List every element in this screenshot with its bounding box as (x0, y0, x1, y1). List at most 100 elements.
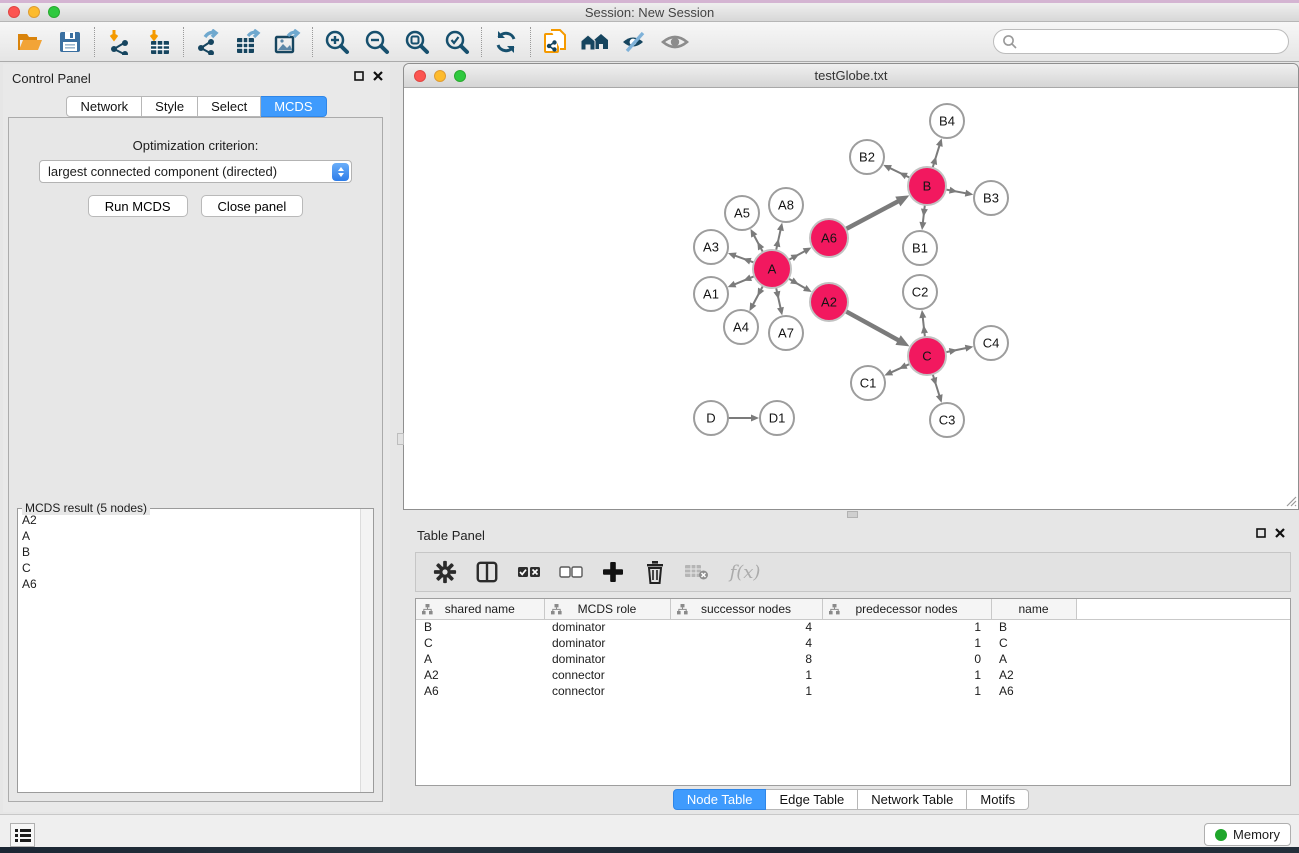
table-row[interactable]: A6connector11A6 (416, 683, 1290, 699)
task-history-button[interactable] (10, 823, 35, 847)
cell-name[interactable]: B (991, 619, 1076, 635)
column-header-predecessor-nodes[interactable]: predecessor nodes (822, 599, 991, 619)
home-icon[interactable] (575, 25, 615, 59)
tab-mcds[interactable]: MCDS (261, 96, 326, 117)
close-table-panel-icon[interactable] (1275, 528, 1285, 538)
graph-node-label: C4 (983, 336, 1000, 351)
show-panel-eye-icon[interactable] (655, 25, 695, 59)
duplicate-network-icon[interactable] (535, 25, 575, 59)
cell-MCDS-role[interactable]: connector (544, 667, 670, 683)
result-item[interactable]: C (18, 560, 360, 576)
zoom-selected-icon[interactable] (437, 25, 477, 59)
column-header-MCDS-role[interactable]: MCDS role (544, 599, 670, 619)
function-builder-fx-icon[interactable]: f(x) (730, 562, 761, 583)
dropdown-stepper-icon (332, 163, 349, 181)
open-session-icon[interactable] (10, 25, 50, 59)
cell-successor-nodes[interactable]: 8 (670, 651, 822, 667)
show-columns-icon[interactable] (470, 556, 504, 588)
cell-successor-nodes[interactable]: 1 (670, 683, 822, 699)
result-item[interactable]: A2 (18, 512, 360, 528)
cell-name[interactable]: A2 (991, 667, 1076, 683)
graph-node-label: A (768, 262, 777, 277)
cell-predecessor-nodes[interactable]: 1 (822, 619, 991, 635)
cell-name[interactable]: A (991, 651, 1076, 667)
result-scrollbar[interactable] (360, 509, 373, 792)
cell-successor-nodes[interactable]: 1 (670, 667, 822, 683)
cell-MCDS-role[interactable]: connector (544, 683, 670, 699)
mcds-result-list[interactable]: A2ABCA6 (18, 512, 360, 792)
cell-shared-name[interactable]: A2 (416, 667, 544, 683)
tab-select[interactable]: Select (198, 96, 261, 117)
tab-network-table[interactable]: Network Table (858, 789, 967, 810)
table-header-row[interactable]: shared nameMCDS rolesuccessor nodesprede… (416, 599, 1290, 619)
app-titlebar: Session: New Session (0, 3, 1299, 22)
export-table-icon[interactable] (228, 25, 268, 59)
cell-predecessor-nodes[interactable]: 1 (822, 667, 991, 683)
tab-node-table[interactable]: Node Table (673, 789, 767, 810)
table-settings-gear-icon[interactable] (428, 556, 462, 588)
result-item[interactable]: A (18, 528, 360, 544)
table-row[interactable]: Cdominator41C (416, 635, 1290, 651)
cell-successor-nodes[interactable]: 4 (670, 635, 822, 651)
cell-predecessor-nodes[interactable]: 0 (822, 651, 991, 667)
close-panel-icon[interactable] (373, 71, 383, 81)
cell-successor-nodes[interactable]: 4 (670, 619, 822, 635)
float-panel-icon[interactable] (354, 71, 364, 81)
cell-MCDS-role[interactable]: dominator (544, 651, 670, 667)
tab-motifs[interactable]: Motifs (967, 789, 1029, 810)
table-toolbar: f(x) (415, 552, 1291, 592)
cell-shared-name[interactable]: C (416, 635, 544, 651)
hide-panel-eye-icon[interactable] (615, 25, 655, 59)
memory-button[interactable]: Memory (1204, 823, 1291, 846)
network-left-scrollgrip[interactable] (397, 433, 404, 445)
delete-trash-icon[interactable] (638, 556, 672, 588)
close-panel-button[interactable]: Close panel (201, 195, 304, 217)
network-canvas[interactable]: B4B2BB3A5A8A6B1A3AA1C2A2A4A7C4CC1C3DD1 (404, 88, 1298, 508)
column-header-shared-name[interactable]: shared name (416, 599, 544, 619)
float-table-panel-icon[interactable] (1256, 528, 1266, 538)
result-item[interactable]: A6 (18, 576, 360, 592)
table-row[interactable]: A2connector11A2 (416, 667, 1290, 683)
network-view-window: testGlobe.txt B4B2BB3A5A8A6B1A3AA1C2A2A4… (403, 63, 1299, 510)
add-column-plus-icon[interactable] (596, 556, 630, 588)
column-header-name[interactable]: name (991, 599, 1076, 619)
export-network-icon[interactable] (188, 25, 228, 59)
cell-shared-name[interactable]: A (416, 651, 544, 667)
network-bottom-scrollthumb[interactable] (847, 511, 858, 518)
run-mcds-button[interactable]: Run MCDS (88, 195, 188, 217)
zoom-fit-icon[interactable] (397, 25, 437, 59)
delete-table-icon[interactable] (680, 556, 714, 588)
node-table[interactable]: shared nameMCDS rolesuccessor nodesprede… (415, 598, 1291, 786)
export-image-icon[interactable] (268, 25, 308, 59)
network-window-titlebar[interactable]: testGlobe.txt (404, 64, 1298, 88)
graph-node-label: B2 (859, 150, 875, 165)
column-header-successor-nodes[interactable]: successor nodes (670, 599, 822, 619)
criterion-dropdown[interactable]: largest connected component (directed) (39, 160, 352, 183)
resize-grip-icon[interactable] (1283, 493, 1297, 507)
refresh-layout-icon[interactable] (486, 25, 526, 59)
cell-predecessor-nodes[interactable]: 1 (822, 683, 991, 699)
cell-shared-name[interactable]: A6 (416, 683, 544, 699)
deselect-all-icon[interactable] (554, 556, 588, 588)
import-table-icon[interactable] (139, 25, 179, 59)
tab-style[interactable]: Style (142, 96, 198, 117)
select-all-icon[interactable] (512, 556, 546, 588)
import-network-icon[interactable] (99, 25, 139, 59)
search-input[interactable] (993, 29, 1289, 54)
cell-name[interactable]: A6 (991, 683, 1076, 699)
cell-name[interactable]: C (991, 635, 1076, 651)
cell-MCDS-role[interactable]: dominator (544, 635, 670, 651)
table-row[interactable]: Adominator80A (416, 651, 1290, 667)
cell-predecessor-nodes[interactable]: 1 (822, 635, 991, 651)
table-body: Bdominator41BCdominator41CAdominator80AA… (416, 619, 1290, 699)
zoom-out-icon[interactable] (357, 25, 397, 59)
save-session-icon[interactable] (50, 25, 90, 59)
cell-MCDS-role[interactable]: dominator (544, 619, 670, 635)
table-row[interactable]: Bdominator41B (416, 619, 1290, 635)
tab-network[interactable]: Network (66, 96, 142, 117)
tab-edge-table[interactable]: Edge Table (766, 789, 858, 810)
network-graph: B4B2BB3A5A8A6B1A3AA1C2A2A4A7C4CC1C3DD1 (404, 88, 1298, 508)
result-item[interactable]: B (18, 544, 360, 560)
zoom-in-icon[interactable] (317, 25, 357, 59)
cell-shared-name[interactable]: B (416, 619, 544, 635)
